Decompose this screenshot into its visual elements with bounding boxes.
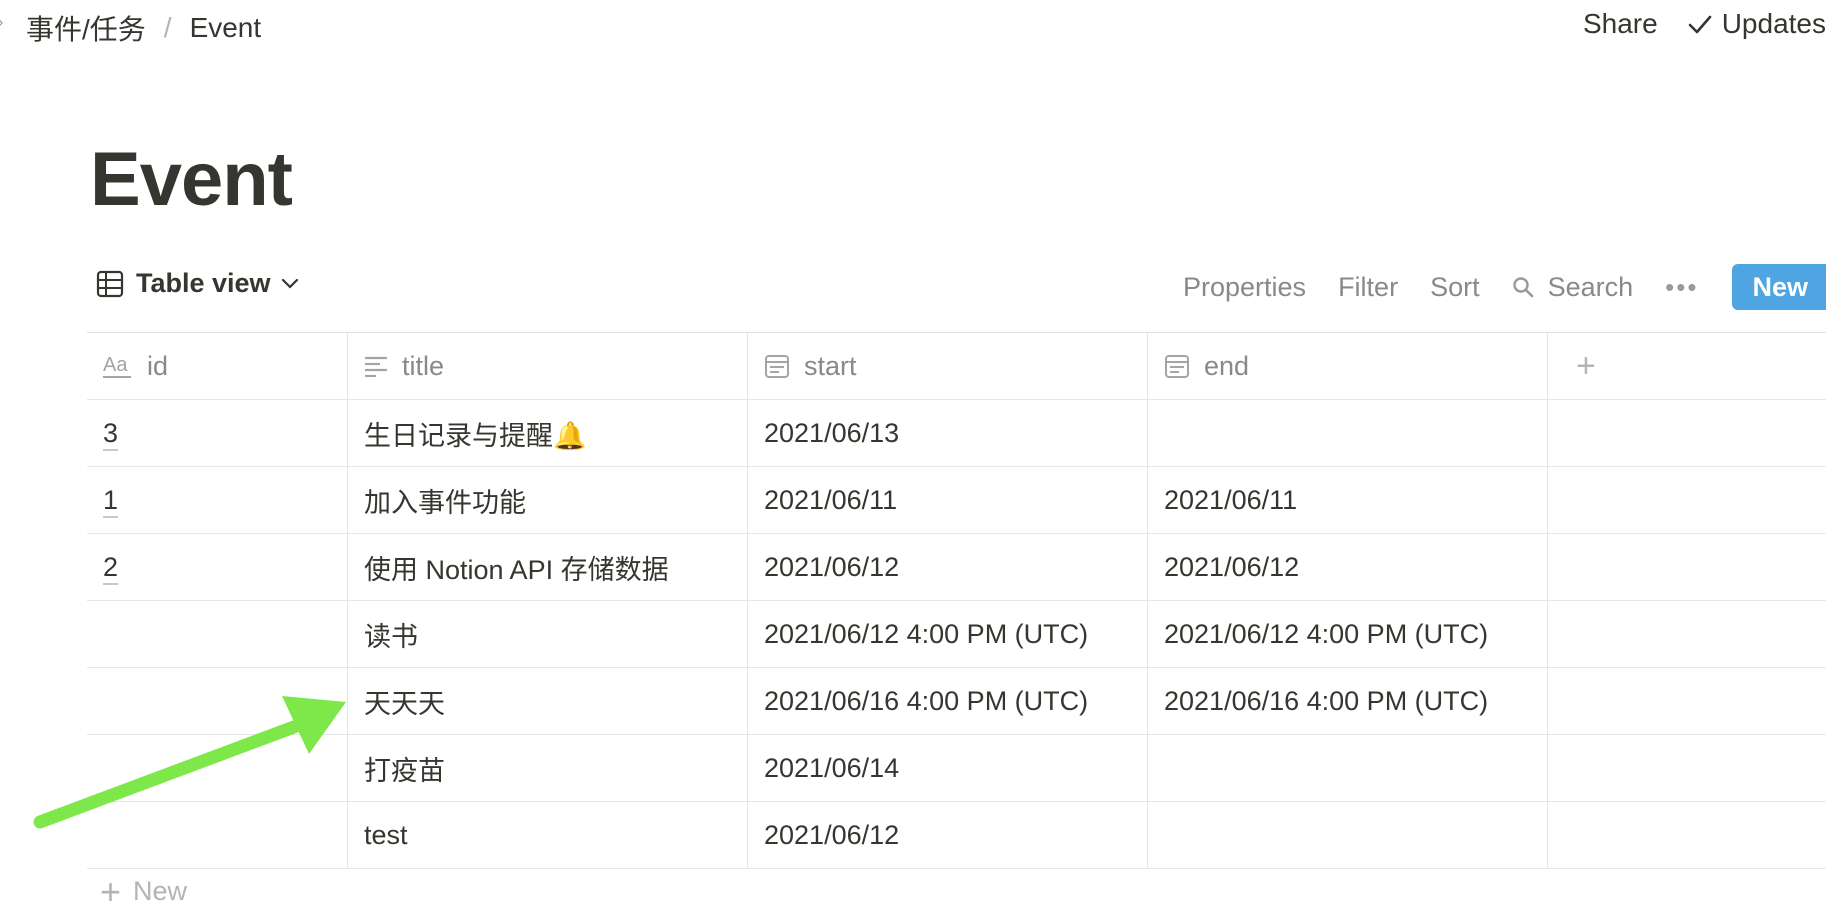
cell-id-value: 1 — [103, 484, 119, 515]
column-label: title — [402, 350, 445, 381]
table-row[interactable]: 天天天 2021/06/16 4:00 PM (UTC) 2021/06/16 … — [87, 668, 1826, 735]
add-row-button[interactable]: + New — [100, 870, 188, 912]
properties-button[interactable]: Properties — [1183, 272, 1306, 303]
calendar-icon — [765, 355, 789, 378]
cell-title[interactable]: 加入事件功能 — [348, 467, 748, 533]
table-view-icon — [96, 270, 124, 297]
column-header-title[interactable]: title — [348, 333, 748, 399]
cell-title[interactable]: 读书 — [348, 601, 748, 667]
table-row[interactable]: 打疫苗 2021/06/14 — [87, 735, 1826, 802]
top-actions: Share Updates — [1583, 8, 1826, 40]
cell-id[interactable]: 2 — [87, 534, 348, 600]
view-switcher[interactable]: Table view — [96, 268, 311, 299]
breadcrumb-parent[interactable]: 事件/任务 — [26, 8, 146, 48]
cell-start[interactable]: 2021/06/12 — [748, 802, 1148, 868]
cell-end[interactable]: 2021/06/12 — [1148, 534, 1548, 600]
more-options-icon[interactable]: ••• — [1665, 272, 1698, 303]
view-name: Table view — [136, 268, 271, 298]
cell-id-value: 3 — [103, 417, 119, 448]
database-table: Aa id title start end + 3 生日记录与提醒🔔 2021/… — [87, 332, 1826, 869]
cell-empty — [1548, 802, 1826, 868]
cell-start[interactable]: 2021/06/12 — [748, 534, 1148, 600]
column-header-start[interactable]: start — [748, 333, 1148, 399]
cell-end[interactable] — [1148, 735, 1548, 801]
cell-empty — [1548, 467, 1826, 533]
cell-id[interactable] — [87, 601, 348, 667]
column-header-id[interactable]: Aa id — [87, 333, 348, 399]
table-header-row: Aa id title start end + — [87, 333, 1826, 400]
cell-start[interactable]: 2021/06/13 — [748, 400, 1148, 466]
new-button[interactable]: New — [1732, 264, 1826, 310]
cell-id[interactable] — [87, 735, 348, 801]
search-button[interactable]: Search — [1512, 271, 1634, 303]
updates-button[interactable]: Updates — [1688, 8, 1826, 40]
cell-id[interactable] — [87, 668, 348, 734]
topbar: › 事件/任务 / Event Share Updates — [0, 0, 1826, 50]
cell-title[interactable]: 生日记录与提醒🔔 — [348, 400, 748, 466]
table-row[interactable]: 读书 2021/06/12 4:00 PM (UTC) 2021/06/12 4… — [87, 601, 1826, 668]
chevron-down-icon — [281, 278, 298, 289]
column-label: end — [1204, 350, 1250, 381]
add-row-label: New — [133, 876, 188, 906]
cell-start[interactable]: 2021/06/11 — [748, 467, 1148, 533]
plus-icon: + — [100, 870, 122, 912]
cell-title[interactable]: test — [348, 802, 748, 868]
column-label: start — [804, 350, 857, 381]
page-title[interactable]: Event — [90, 130, 293, 230]
cell-end[interactable]: 2021/06/12 4:00 PM (UTC) — [1148, 601, 1548, 667]
cell-id[interactable]: 1 — [87, 467, 348, 533]
cell-title[interactable]: 使用 Notion API 存储数据 — [348, 534, 748, 600]
view-toolbar: Table view Properties Filter Sort Search… — [96, 264, 1826, 310]
cell-end[interactable] — [1148, 802, 1548, 868]
cell-empty — [1548, 534, 1826, 600]
view-actions: Properties Filter Sort Search ••• New — [1183, 264, 1826, 310]
text-lines-icon — [365, 356, 387, 377]
table-row[interactable]: 1 加入事件功能 2021/06/11 2021/06/11 — [87, 467, 1826, 534]
cell-empty — [1548, 735, 1826, 801]
cell-end[interactable] — [1148, 400, 1548, 466]
column-label: id — [147, 350, 169, 381]
cell-id[interactable]: 3 — [87, 400, 348, 466]
breadcrumb: 事件/任务 / Event — [26, 8, 261, 48]
add-column-button[interactable]: + — [1576, 347, 1596, 386]
cell-end[interactable]: 2021/06/11 — [1148, 467, 1548, 533]
calendar-icon — [1165, 355, 1189, 378]
search-icon — [1512, 277, 1533, 298]
filter-button[interactable]: Filter — [1338, 272, 1398, 303]
cell-id-value: 2 — [103, 551, 119, 582]
cell-start[interactable]: 2021/06/16 4:00 PM (UTC) — [748, 668, 1148, 734]
column-header-end[interactable]: end — [1148, 333, 1548, 399]
sidebar-toggle-icon[interactable]: › — [0, 14, 3, 32]
cell-start[interactable]: 2021/06/14 — [748, 735, 1148, 801]
cell-start[interactable]: 2021/06/12 4:00 PM (UTC) — [748, 601, 1148, 667]
add-column-cell: + — [1548, 333, 1826, 399]
cell-empty — [1548, 400, 1826, 466]
updates-label: Updates — [1721, 8, 1826, 39]
svg-text:Aa: Aa — [103, 354, 128, 376]
breadcrumb-separator: / — [163, 12, 172, 43]
search-label: Search — [1547, 271, 1634, 302]
cell-empty — [1548, 601, 1826, 667]
cell-empty — [1548, 668, 1826, 734]
sort-button[interactable]: Sort — [1430, 272, 1480, 303]
cell-title[interactable]: 打疫苗 — [348, 735, 748, 801]
check-icon — [1688, 15, 1712, 34]
table-row[interactable]: test 2021/06/12 — [87, 802, 1826, 869]
cell-title[interactable]: 天天天 — [348, 668, 748, 734]
breadcrumb-current[interactable]: Event — [190, 12, 262, 44]
table-row[interactable]: 2 使用 Notion API 存储数据 2021/06/12 2021/06/… — [87, 534, 1826, 601]
cell-end[interactable]: 2021/06/16 4:00 PM (UTC) — [1148, 668, 1548, 734]
cell-id[interactable] — [87, 802, 348, 868]
share-button[interactable]: Share — [1583, 8, 1658, 40]
table-row[interactable]: 3 生日记录与提醒🔔 2021/06/13 — [87, 400, 1826, 467]
text-aa-icon: Aa — [103, 354, 131, 378]
